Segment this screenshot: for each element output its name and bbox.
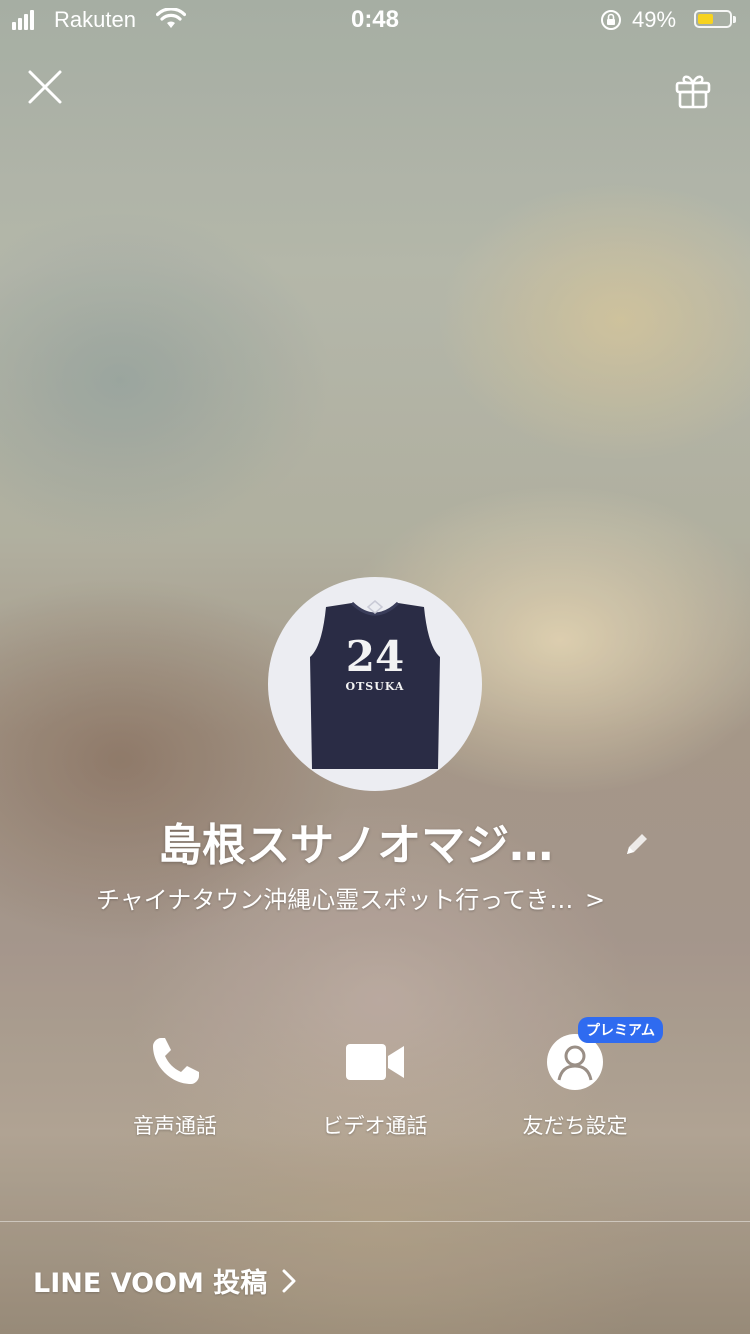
video-call-label: ビデオ通話 <box>322 1114 428 1138</box>
jersey-number: 24 <box>346 632 404 681</box>
chevron-right-icon: > <box>585 886 606 914</box>
edit-pencil-icon[interactable] <box>623 830 651 858</box>
status-message[interactable]: チャイナタウン沖縄心霊スポット行ってき… > <box>96 880 686 915</box>
jersey-image: 24 OTSUKA <box>310 600 440 769</box>
battery-fill <box>698 14 713 24</box>
friend-settings-label: 友だち設定 <box>522 1114 628 1138</box>
battery-icon <box>694 10 736 28</box>
phone-icon <box>153 1038 199 1084</box>
voice-call-button[interactable]: 音声通話 <box>90 1030 260 1140</box>
close-icon[interactable] <box>26 68 64 106</box>
line-voom-posts-link[interactable]: LINE VOOM 投稿 <box>33 1261 297 1300</box>
status-message-text: チャイナタウン沖縄心霊スポット行ってき… <box>96 886 574 914</box>
divider <box>0 1221 750 1222</box>
premium-badge: プレミアム <box>578 1017 664 1043</box>
chevron-right-icon <box>282 1269 296 1292</box>
video-camera-icon <box>346 1044 404 1080</box>
profile-name: 島根スサノオマジ… <box>158 820 554 871</box>
voice-call-label: 音声通話 <box>133 1114 217 1138</box>
battery-percent: 49% <box>632 7 677 32</box>
video-call-button[interactable]: ビデオ通話 <box>290 1030 460 1140</box>
status-bar: Rakuten 0:48 49% <box>0 0 750 40</box>
line-voom-label: LINE VOOM 投稿 <box>33 1268 268 1299</box>
gift-icon[interactable] <box>673 70 713 110</box>
rotation-lock-icon <box>601 10 621 30</box>
friend-settings-button[interactable]: 友だち設定 <box>490 1030 660 1140</box>
profile-avatar[interactable]: 24 OTSUKA <box>268 577 482 791</box>
jersey-name: OTSUKA <box>346 680 405 693</box>
